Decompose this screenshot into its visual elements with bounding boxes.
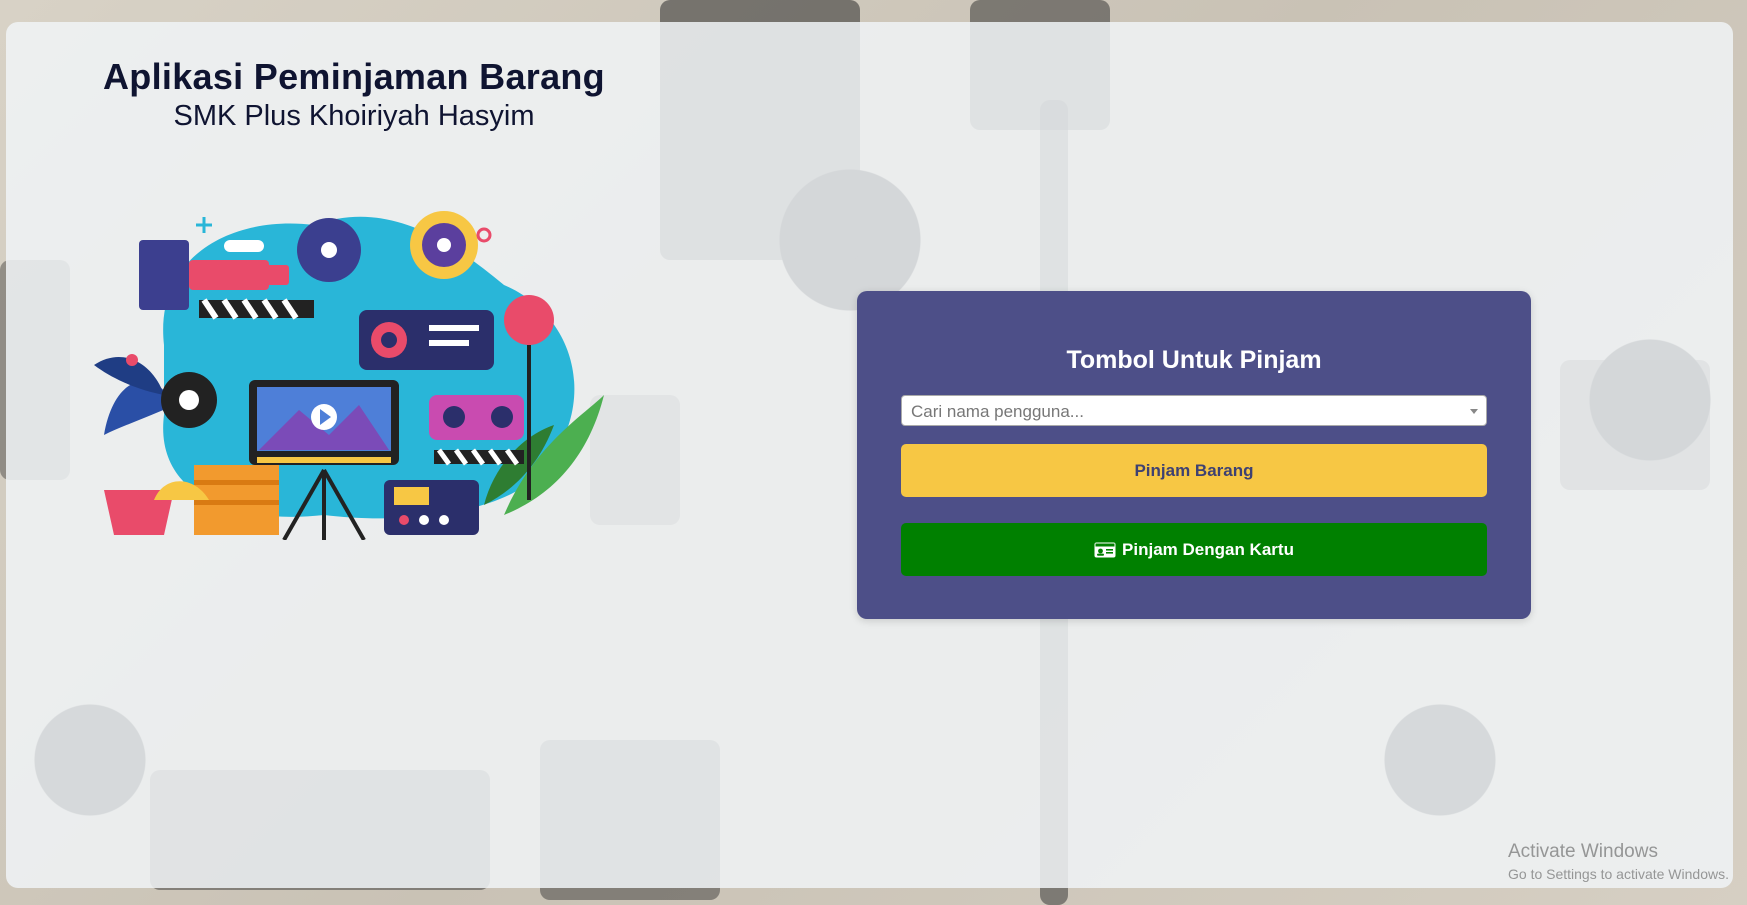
borrow-item-label: Pinjam Barang [1134, 460, 1254, 480]
chevron-down-icon[interactable] [1470, 409, 1478, 414]
search-placeholder: Cari nama pengguna... [911, 402, 1084, 421]
borrow-with-card-button[interactable]: Pinjam Dengan Kartu [901, 523, 1487, 576]
id-card-icon [1094, 542, 1116, 557]
user-search-select[interactable]: Cari nama pengguna... [901, 395, 1487, 426]
windows-activation-watermark: Activate Windows Go to Settings to activ… [1508, 841, 1729, 882]
app-title: Aplikasi Peminjaman Barang [103, 56, 605, 97]
borrow-with-card-label: Pinjam Dengan Kartu [1122, 539, 1294, 559]
watermark-subtitle: Go to Settings to activate Windows. [1508, 866, 1729, 882]
equipment-illustration [94, 211, 604, 540]
panel-title: Tombol Untuk Pinjam [1066, 346, 1322, 374]
app-subtitle: SMK Plus Khoiriyah Hasyim [173, 100, 535, 132]
watermark-title: Activate Windows [1508, 841, 1658, 862]
borrow-item-button[interactable]: Pinjam Barang [901, 444, 1487, 497]
borrow-panel: Tombol Untuk Pinjam Cari nama pengguna..… [857, 291, 1531, 619]
app-header: Aplikasi Peminjaman Barang SMK Plus Khoi… [94, 56, 614, 133]
